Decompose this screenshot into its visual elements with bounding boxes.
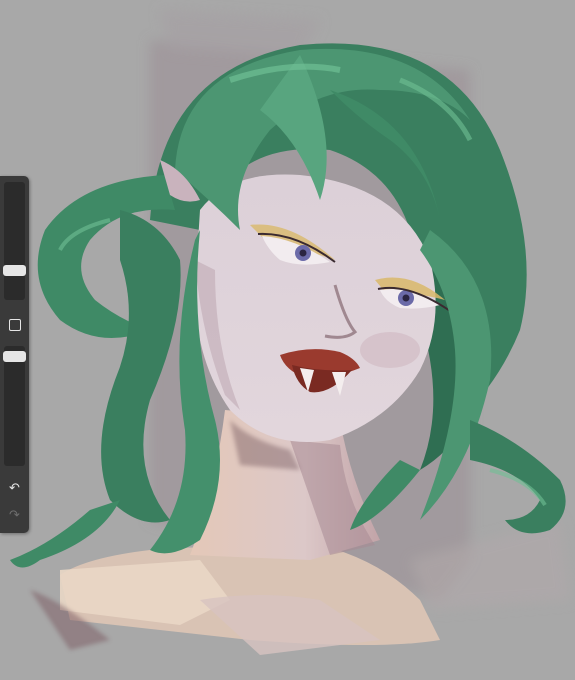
- undo-icon: ↶: [9, 480, 20, 495]
- opacity-thumb[interactable]: [3, 351, 26, 362]
- square-outline-icon: [8, 318, 21, 331]
- brush-size-slider[interactable]: [3, 182, 26, 300]
- brush-size-thumb[interactable]: [3, 265, 26, 276]
- side-toolbar: ↶ ↷: [0, 176, 29, 533]
- drawing-canvas[interactable]: [0, 0, 575, 680]
- redo-icon: ↷: [9, 507, 20, 522]
- opacity-slider[interactable]: [3, 346, 26, 466]
- redo-button[interactable]: ↷: [6, 506, 23, 523]
- artwork: [10, 10, 570, 655]
- modifier-button[interactable]: [6, 316, 23, 333]
- undo-button[interactable]: ↶: [6, 479, 23, 496]
